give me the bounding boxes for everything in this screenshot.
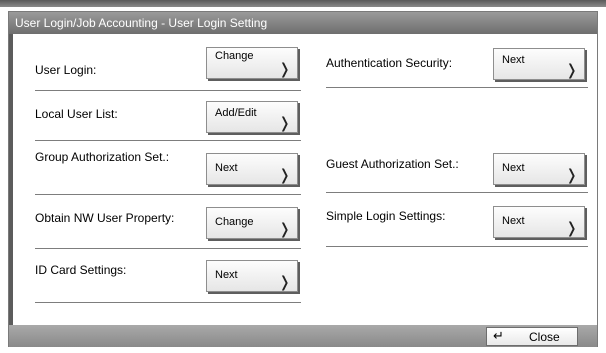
label-user-login: User Login: bbox=[35, 63, 97, 77]
footer-bar: ↵ Close bbox=[9, 325, 597, 347]
chevron-right-icon: ❭ bbox=[565, 62, 578, 79]
row-divider bbox=[35, 90, 301, 91]
chevron-right-icon: ❭ bbox=[278, 221, 291, 238]
id-card-settings-next-button[interactable]: Next ❭ bbox=[206, 260, 298, 292]
label-simple-login-settings: Simple Login Settings: bbox=[326, 209, 446, 223]
label-local-user-list: Local User List: bbox=[35, 107, 118, 121]
label-group-authorization: Group Authorization Set.: bbox=[35, 150, 170, 164]
button-label: Next bbox=[502, 54, 525, 66]
left-edge-bar bbox=[9, 34, 13, 325]
close-label: Close bbox=[529, 330, 560, 344]
label-id-card-settings: ID Card Settings: bbox=[35, 263, 127, 277]
button-label: Next bbox=[502, 215, 525, 227]
top-strip bbox=[0, 0, 606, 7]
row-divider bbox=[326, 192, 588, 193]
simple-login-settings-next-button[interactable]: Next ❭ bbox=[493, 206, 585, 238]
button-label: Add/Edit bbox=[215, 107, 257, 119]
local-user-list-add-edit-button[interactable]: Add/Edit ❭ bbox=[206, 101, 298, 133]
screen: User Login/Job Accounting - User Login S… bbox=[0, 0, 606, 353]
button-label: Next bbox=[215, 162, 238, 174]
label-obtain-nw-user-property: Obtain NW User Property: bbox=[35, 211, 175, 225]
obtain-nw-user-property-change-button[interactable]: Change ❭ bbox=[206, 207, 298, 239]
chevron-right-icon: ❭ bbox=[278, 61, 291, 78]
window-title: User Login/Job Accounting - User Login S… bbox=[9, 12, 597, 34]
chevron-right-icon: ❭ bbox=[278, 274, 291, 291]
authentication-security-next-button[interactable]: Next ❭ bbox=[493, 48, 585, 80]
button-label: Next bbox=[502, 162, 525, 174]
chevron-right-icon: ❭ bbox=[278, 115, 291, 132]
button-label: Next bbox=[215, 269, 238, 281]
close-button[interactable]: ↵ Close bbox=[486, 327, 578, 346]
row-divider bbox=[326, 87, 588, 88]
row-divider bbox=[35, 194, 301, 195]
button-label: Change bbox=[215, 216, 254, 228]
chevron-right-icon: ❭ bbox=[565, 167, 578, 184]
settings-window: User Login/Job Accounting - User Login S… bbox=[8, 11, 598, 347]
chevron-right-icon: ❭ bbox=[565, 220, 578, 237]
group-authorization-next-button[interactable]: Next ❭ bbox=[206, 153, 298, 185]
chevron-right-icon: ❭ bbox=[278, 167, 291, 184]
row-divider bbox=[35, 302, 301, 303]
user-login-change-button[interactable]: Change ❭ bbox=[206, 47, 298, 79]
label-guest-authorization: Guest Authorization Set.: bbox=[326, 157, 459, 171]
return-arrow-icon: ↵ bbox=[493, 328, 504, 343]
guest-authorization-next-button[interactable]: Next ❭ bbox=[493, 153, 585, 185]
row-divider bbox=[35, 248, 301, 249]
row-divider bbox=[35, 140, 301, 141]
row-divider bbox=[326, 246, 588, 247]
label-authentication-security: Authentication Security: bbox=[326, 56, 453, 70]
button-label: Change bbox=[215, 50, 254, 62]
